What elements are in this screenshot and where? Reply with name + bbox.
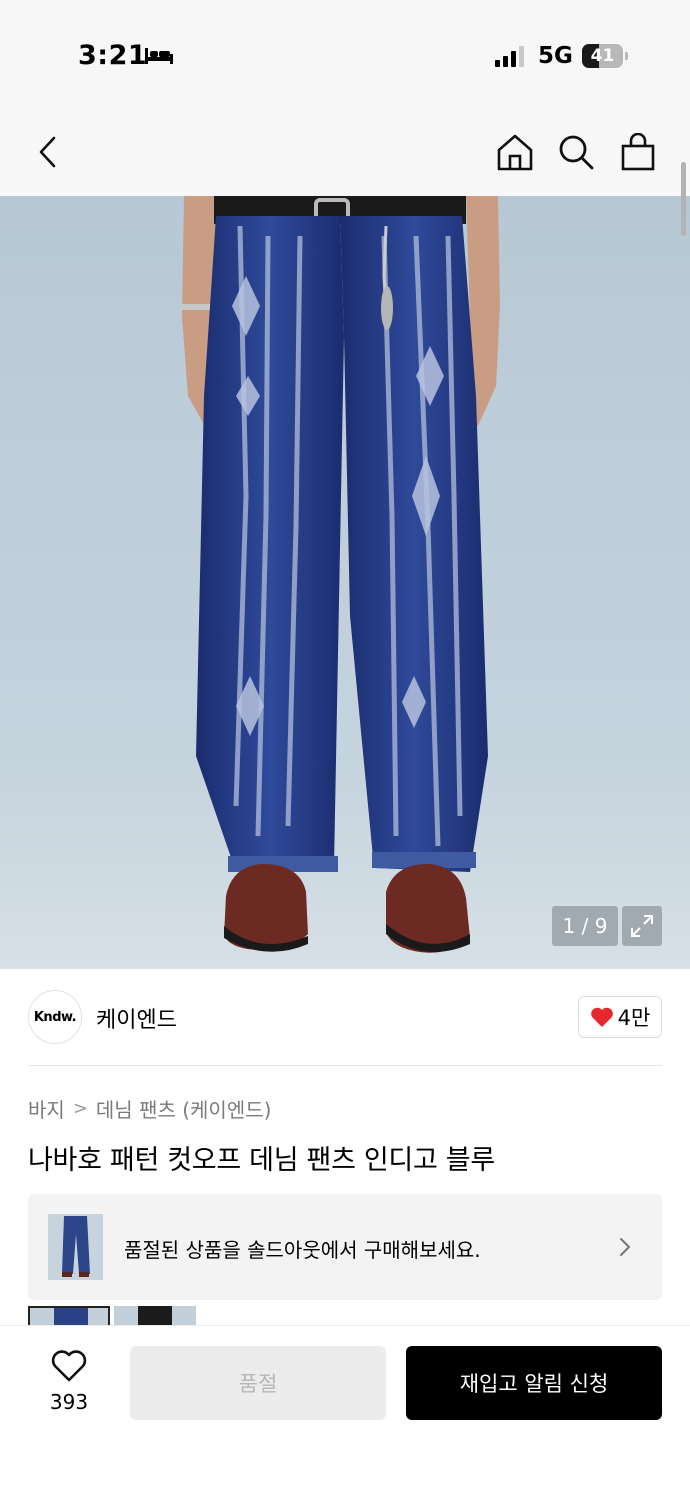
- product-photo-illustration: [0, 196, 690, 969]
- top-nav-bar: [0, 110, 690, 196]
- chevron-right-icon: [620, 1238, 630, 1256]
- brand-logo-text: Kndw.: [33, 1009, 77, 1025]
- product-title: 나바호 패턴 컷오프 데님 팬츠 인디고 블루: [28, 1145, 495, 1176]
- cart-button[interactable]: [616, 130, 660, 174]
- banner-text: 품절된 상품을 솔드아웃에서 구매해보세요.: [124, 1238, 481, 1262]
- status-bar: 3:21 5G 41: [0, 0, 690, 110]
- signal-icon: [495, 46, 524, 67]
- wishlist-button[interactable]: 393: [40, 1348, 98, 1418]
- banner-product-thumbnail: [48, 1214, 103, 1280]
- search-icon: [559, 135, 594, 170]
- divider: [28, 1065, 662, 1066]
- network-type: 5G: [538, 43, 573, 69]
- expand-icon: [631, 915, 653, 937]
- back-button[interactable]: [26, 130, 70, 174]
- battery-level: 41: [590, 46, 615, 66]
- heart-outline-icon: [51, 1350, 87, 1382]
- brand-like-count: 4만: [617, 1006, 651, 1030]
- heart-filled-icon: [590, 1007, 613, 1027]
- product-image[interactable]: [0, 196, 690, 969]
- home-button[interactable]: [493, 130, 537, 174]
- brand-name-link[interactable]: 케이엔드: [96, 1002, 177, 1034]
- image-counter: 1 / 9: [552, 906, 618, 946]
- soldout-button: 품절: [130, 1346, 386, 1420]
- breadcrumb-item-subcategory[interactable]: 데님 팬츠 (케이엔드): [96, 1094, 272, 1123]
- shopping-bag-icon: [621, 133, 655, 171]
- status-time: 3:21: [78, 40, 148, 71]
- search-button[interactable]: [554, 130, 598, 174]
- battery-icon: 41: [582, 44, 628, 68]
- bed-icon: [145, 48, 173, 64]
- chevron-right-icon: >: [72, 1098, 88, 1119]
- home-icon: [497, 134, 533, 171]
- soldout-promo-banner[interactable]: 품절된 상품을 솔드아웃에서 구매해보세요.: [28, 1194, 662, 1300]
- wishlist-count: 393: [49, 1390, 89, 1414]
- scroll-indicator[interactable]: [681, 162, 686, 236]
- back-chevron-icon: [39, 136, 56, 168]
- breadcrumb-item-category[interactable]: 바지: [28, 1094, 65, 1123]
- brand-like-button[interactable]: 4만: [578, 996, 662, 1038]
- breadcrumb: 바지 > 데님 팬츠 (케이엔드): [28, 1094, 271, 1123]
- product-detail-page: 3:21 5G 41 1 / 9 Kndw. 케이엔드 4만 바지 > 데님 팬…: [0, 0, 690, 1500]
- expand-image-button[interactable]: [622, 906, 662, 946]
- brand-logo[interactable]: Kndw.: [28, 990, 82, 1044]
- restock-alert-button[interactable]: 재입고 알림 신청: [406, 1346, 662, 1420]
